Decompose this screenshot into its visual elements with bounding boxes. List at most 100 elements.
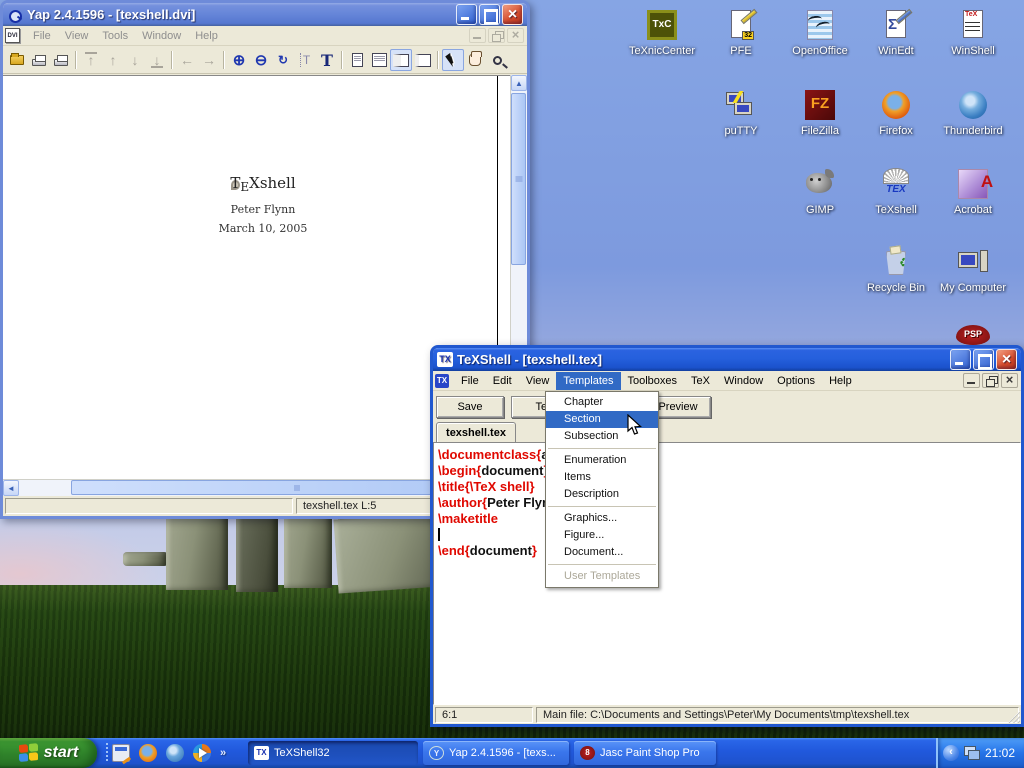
editor-line[interactable]: \title{\TeX shell} xyxy=(438,479,1020,495)
menu-item-enumeration[interactable]: Enumeration xyxy=(546,452,658,469)
yap-toolbar-last-page-button[interactable]: ↓ xyxy=(146,49,168,71)
yap-toolbar-pan-tool-button[interactable] xyxy=(464,49,486,71)
editor-line[interactable]: \author{Peter Flynn} xyxy=(438,495,1020,511)
yap-mdi-close-button[interactable] xyxy=(507,28,524,43)
yap-toolbar-single-page-button[interactable] xyxy=(346,49,368,71)
yap-toolbar-double-page-button[interactable] xyxy=(368,49,390,71)
yap-menu-window[interactable]: Window xyxy=(135,27,188,45)
texshell-minimize-button[interactable] xyxy=(950,349,971,370)
desktop-icon-openoffice[interactable]: OpenOffice xyxy=(782,8,858,57)
yap-toolbar-first-page-button[interactable]: ↑ xyxy=(80,49,102,71)
desktop-icon-thunderbird[interactable]: Thunderbird xyxy=(935,88,1011,137)
texshell-menu-help[interactable]: Help xyxy=(822,372,859,390)
yap-toolbar-refresh-button[interactable]: ↻ xyxy=(272,49,294,71)
taskbar-button-psp[interactable]: 8Jasc Paint Shop Pro xyxy=(574,741,716,765)
quick-launch-show-desktop-icon[interactable] xyxy=(112,744,130,762)
paint-shop-pro-icon[interactable]: PSP xyxy=(956,325,990,345)
scroll-up-button[interactable]: ▲ xyxy=(511,75,527,91)
editor-line[interactable]: \end{document} xyxy=(438,543,1020,559)
hide-icons-button[interactable]: ‹ xyxy=(943,745,959,761)
yap-titlebar[interactable]: Yap 2.4.1596 - [texshell.dvi] xyxy=(3,3,527,26)
resize-grip[interactable] xyxy=(1008,711,1020,723)
network-icon[interactable] xyxy=(964,746,980,760)
desktop-icon-texniccenter[interactable]: TxCTeXnicCenter xyxy=(624,8,700,57)
yap-menu-tools[interactable]: Tools xyxy=(95,27,135,45)
yap-minimize-button[interactable] xyxy=(456,4,477,25)
desktop-icon-recyclebin[interactable]: Recycle Bin xyxy=(858,245,934,294)
texshell-menu-view[interactable]: View xyxy=(519,372,557,390)
yap-menu-view[interactable]: View xyxy=(58,27,96,45)
texshell-titlebar[interactable]: TX TeXShell - [texshell.tex] xyxy=(433,348,1021,371)
editor-line[interactable]: \begin{document} xyxy=(438,463,1020,479)
desktop-icon-firefox[interactable]: Firefox xyxy=(858,88,934,137)
yap-toolbar-open-button[interactable] xyxy=(6,49,28,71)
editor-area[interactable]: \documentclass{article}\begin{document}\… xyxy=(433,442,1021,705)
taskbar-button-yap[interactable]: YYap 2.4.1596 - [texs... xyxy=(423,741,569,765)
start-button[interactable]: start xyxy=(0,738,97,768)
texshell-maximize-button[interactable] xyxy=(973,349,994,370)
menu-item-graphics[interactable]: Graphics... xyxy=(546,510,658,527)
desktop-icon-putty[interactable]: puTTY xyxy=(703,88,779,137)
texshell-menu-edit[interactable]: Edit xyxy=(486,372,519,390)
quick-launch-thunderbird-icon[interactable] xyxy=(166,744,184,762)
editor-line[interactable]: \documentclass{article} xyxy=(438,447,1020,463)
yap-close-button[interactable] xyxy=(502,4,523,25)
desktop-icon-winshell[interactable]: TeXWinShell xyxy=(935,8,1011,57)
yap-toolbar-prev-page-button[interactable]: ↑ xyxy=(102,49,124,71)
desktop-icon-filezilla[interactable]: FZFileZilla xyxy=(782,88,858,137)
menu-item-items[interactable]: Items xyxy=(546,469,658,486)
texshell-mdi-minimize-button[interactable] xyxy=(963,373,980,388)
desktop-icon-texshell[interactable]: TEXTeXshell xyxy=(858,167,934,216)
yap-mdi-minimize-button[interactable] xyxy=(469,28,486,43)
yap-toolbar-print-button[interactable] xyxy=(28,49,50,71)
tab-texshell-tex[interactable]: texshell.tex xyxy=(436,422,516,443)
yap-toolbar-magnify-tool-button[interactable] xyxy=(486,49,508,71)
editor-line[interactable]: \maketitle xyxy=(438,511,1020,527)
taskbar-button-txs[interactable]: TXTeXShell32 xyxy=(248,741,418,765)
texshell-mdi-restore-button[interactable] xyxy=(982,373,999,388)
yap-maximize-button[interactable] xyxy=(479,4,500,25)
toolbar-separator xyxy=(223,51,225,69)
yap-toolbar-back-button[interactable]: ← xyxy=(176,49,198,71)
yap-toolbar-continuous-double-button[interactable] xyxy=(412,49,434,71)
desktop-icon-acrobat[interactable]: Acrobat xyxy=(935,167,1011,216)
texshell-menu-tex[interactable]: TeX xyxy=(684,372,717,390)
desktop-icon-gimp[interactable]: GIMP xyxy=(782,167,858,216)
yap-toolbar-continuous-button[interactable] xyxy=(390,49,412,71)
stone-lying xyxy=(123,552,168,566)
texshell-menu-toolboxes[interactable]: Toolboxes xyxy=(621,372,685,390)
yap-toolbar-zoom-in-button[interactable]: ⊕ xyxy=(228,49,250,71)
yap-toolbar-select-tool-button[interactable] xyxy=(442,49,464,71)
yap-mdi-restore-button[interactable] xyxy=(488,28,505,43)
texshell-close-button[interactable] xyxy=(996,349,1017,370)
yap-toolbar-zoom-out-button[interactable]: ⊖ xyxy=(250,49,272,71)
quick-launch-bar: » xyxy=(104,738,238,768)
desktop-icon-pfe[interactable]: 32PFE xyxy=(703,8,779,57)
texshell-mdi-close-button[interactable] xyxy=(1001,373,1018,388)
texshell-menu-file[interactable]: File xyxy=(454,372,486,390)
menu-item-figure[interactable]: Figure... xyxy=(546,527,658,544)
desktop-icon-winedt[interactable]: ΣWinEdt xyxy=(858,8,934,57)
quick-launch-overflow-chevron[interactable]: » xyxy=(220,747,226,759)
yap-toolbar-print-setup-button[interactable] xyxy=(50,49,72,71)
quick-launch-firefox-icon[interactable] xyxy=(139,744,157,762)
save-button[interactable]: Save xyxy=(436,396,504,418)
yap-toolbar-ruler-button[interactable]: T xyxy=(294,49,316,71)
desktop-icon-mycomputer[interactable]: My Computer xyxy=(935,245,1011,294)
menu-item-document[interactable]: Document... xyxy=(546,544,658,561)
texshell-menu-templates[interactable]: Templates xyxy=(556,372,620,390)
yap-menu-help[interactable]: Help xyxy=(188,27,225,45)
yap-toolbar-next-page-button[interactable]: ↓ xyxy=(124,49,146,71)
editor-line[interactable] xyxy=(438,527,1020,543)
yap-toolbar-text-mode-button[interactable]: T xyxy=(316,49,338,71)
yap-toolbar-forward-button[interactable]: → xyxy=(198,49,220,71)
menu-item-chapter[interactable]: Chapter xyxy=(546,394,658,411)
yap-menu-file[interactable]: File xyxy=(26,27,58,45)
texshell-menu-window[interactable]: Window xyxy=(717,372,770,390)
texshell-menu-options[interactable]: Options xyxy=(770,372,822,390)
quick-launch-media-player-icon[interactable] xyxy=(193,744,211,762)
menu-item-description[interactable]: Description xyxy=(546,486,658,503)
vertical-scroll-thumb[interactable] xyxy=(511,93,526,265)
scroll-left-button[interactable]: ◄ xyxy=(3,480,19,496)
texshell-icon: TEX xyxy=(879,167,913,201)
